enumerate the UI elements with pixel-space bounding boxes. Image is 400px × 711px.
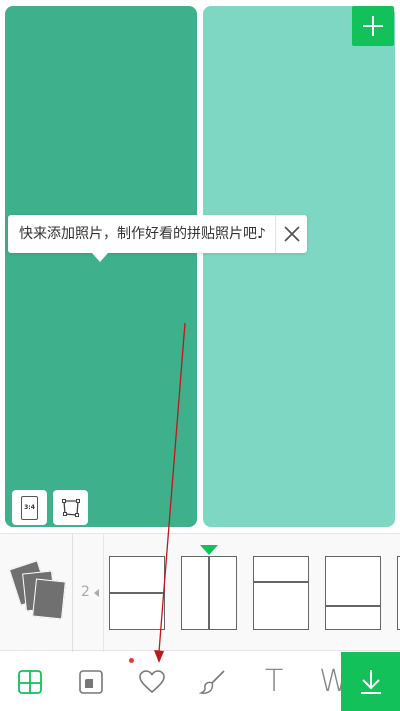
brush-icon [199,669,225,694]
text-icon: T [264,664,284,699]
tooltip-close-button[interactable] [276,215,307,253]
crop-corners-icon [61,498,80,517]
heart-icon [139,669,165,693]
count-arrow-icon [94,589,99,597]
download-icon [360,669,381,694]
brush-tool-button[interactable] [183,652,243,711]
close-icon [283,226,300,242]
photo-count: 2 [81,584,90,600]
add-photo-tooltip: 快来添加照片，制作好看的拼贴照片吧♪ [8,215,307,253]
frame-icon [79,669,103,694]
frame-tool-button[interactable] [61,652,121,711]
collage-editor-screen: 快来添加照片，制作好看的拼贴照片吧♪ 3:4 2 T W [0,0,400,711]
strip-divider [72,534,73,652]
save-button[interactable] [341,652,400,711]
layout-split-line [208,557,210,629]
layout-tool-button[interactable] [0,652,60,711]
layout-split-line [110,592,164,594]
layout-icon [18,669,42,694]
layout-thumb[interactable] [325,556,381,630]
collage-cell-left[interactable] [5,6,197,527]
add-photo-button[interactable] [352,6,394,46]
bottom-toolbar: T W [0,652,400,711]
layout-thumb[interactable] [253,556,309,630]
layout-thumb-selected[interactable] [181,556,237,630]
layout-thumb[interactable] [109,556,165,630]
strip-divider [103,534,104,652]
tooltip-pointer [92,253,108,262]
text-tool-button[interactable]: T [244,652,304,711]
border-adjust-button[interactable] [53,490,88,525]
photo-stack-icon[interactable] [8,560,70,626]
photo-card [32,578,66,620]
aspect-ratio-button[interactable]: 3:4 [12,490,47,525]
aspect-ratio-icon: 3:4 [21,495,38,520]
aspect-ratio-label: 3:4 [24,504,35,511]
new-badge-dot [129,658,134,663]
collage-cell-right[interactable] [203,6,395,527]
tooltip-message: 快来添加照片，制作好看的拼贴照片吧♪ [19,226,266,242]
layout-split-line [326,605,380,607]
selected-layout-marker [200,545,218,555]
layout-split-line [254,581,308,583]
plus-icon [363,16,383,36]
